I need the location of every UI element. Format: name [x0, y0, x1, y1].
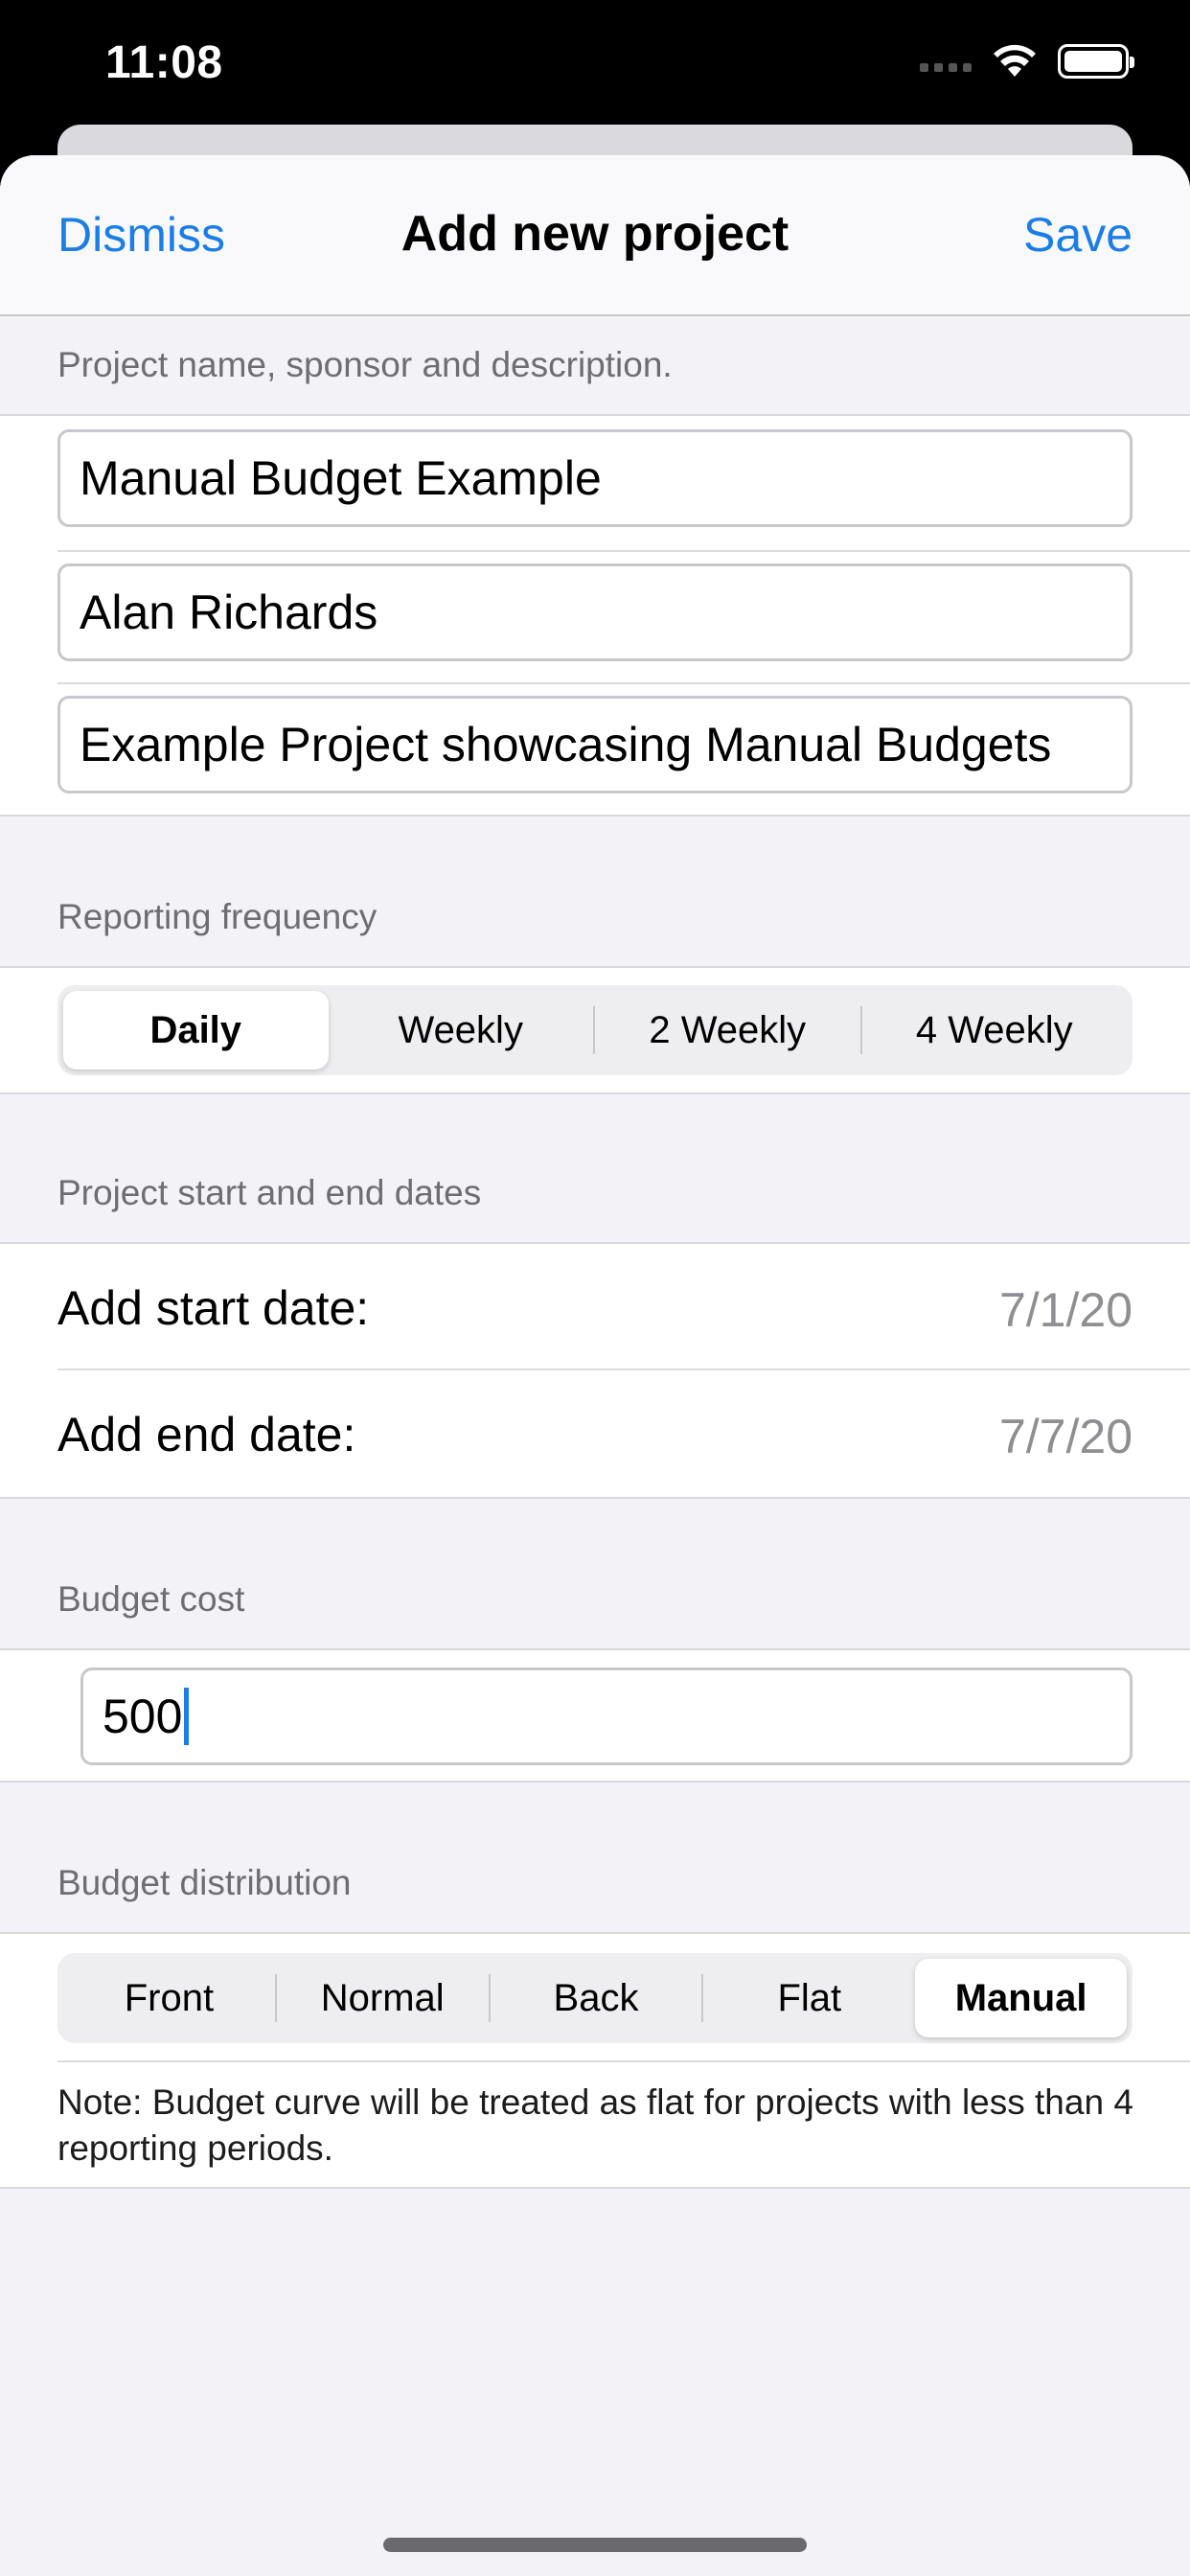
budget-cost-value: 500 [103, 1690, 183, 1743]
budget-cost-field[interactable]: 500 [80, 1668, 1133, 1765]
add-project-sheet: Dismiss Add new project Save Project nam… [0, 155, 1190, 2576]
segment-2-weekly[interactable]: 2 Weekly [595, 991, 860, 1070]
segment-normal[interactable]: Normal [277, 1959, 489, 2037]
frequency-group: Daily Weekly 2 Weekly 4 Weekly [0, 966, 1190, 1094]
navigation-bar: Dismiss Add new project Save [0, 155, 1190, 316]
segment-daily[interactable]: Daily [63, 991, 329, 1070]
text-cursor [184, 1688, 190, 1745]
wifi-icon [994, 44, 1036, 77]
battery-icon [1058, 44, 1134, 79]
status-time: 11:08 [105, 37, 223, 88]
page-title: Add new project [400, 206, 790, 262]
row-divider [57, 550, 1190, 552]
end-date-value[interactable]: 7/7/20 [999, 1409, 1133, 1464]
start-date-row[interactable]: Add start date: 7/1/20 [0, 1244, 1190, 1370]
row-divider [57, 2060, 1190, 2062]
project-info-group: Manual Budget Example Alan Richards Exam… [0, 414, 1190, 816]
start-date-label: Add start date: [57, 1281, 370, 1335]
save-button[interactable]: Save [1023, 207, 1133, 263]
cellular-signal-icon [920, 51, 972, 72]
dates-group: Add start date: 7/1/20 Add end date: 7/7… [0, 1242, 1190, 1499]
frequency-segmented-control: Daily Weekly 2 Weekly 4 Weekly [57, 985, 1133, 1075]
status-bar: 11:08 [0, 0, 1190, 134]
project-name-field[interactable]: Manual Budget Example [57, 429, 1133, 527]
dates-section-header: Project start and end dates [57, 1173, 482, 1212]
description-field[interactable]: Example Project showcasing Manual Budget… [57, 696, 1133, 794]
segment-manual[interactable]: Manual [915, 1959, 1127, 2037]
end-date-label: Add end date: [57, 1408, 356, 1461]
start-date-value[interactable]: 7/1/20 [999, 1282, 1133, 1338]
distribution-note: Note: Budget curve will be treated as fl… [57, 2082, 1133, 2168]
sponsor-field[interactable]: Alan Richards [57, 564, 1133, 661]
segment-front[interactable]: Front [63, 1959, 275, 2037]
distribution-section-header: Budget distribution [57, 1863, 352, 1902]
distribution-segmented-control: Front Normal Back Flat Manual [57, 1953, 1133, 2043]
end-date-row[interactable]: Add end date: 7/7/20 [0, 1370, 1190, 1497]
segment-4-weekly[interactable]: 4 Weekly [862, 991, 1128, 1070]
frequency-section-header: Reporting frequency [57, 897, 378, 936]
status-icons [920, 44, 1134, 79]
budget-group: 500 [0, 1648, 1190, 1782]
segment-back[interactable]: Back [491, 1959, 702, 2037]
budget-section-header: Budget cost [57, 1579, 245, 1619]
row-divider [57, 682, 1190, 684]
distribution-group: Front Normal Back Flat Manual Note: Budg… [0, 1932, 1190, 2189]
home-indicator[interactable] [383, 2538, 807, 2552]
segment-flat[interactable]: Flat [703, 1959, 915, 2037]
project-section-header: Project name, sponsor and description. [57, 345, 673, 384]
segment-weekly[interactable]: Weekly [329, 991, 594, 1070]
